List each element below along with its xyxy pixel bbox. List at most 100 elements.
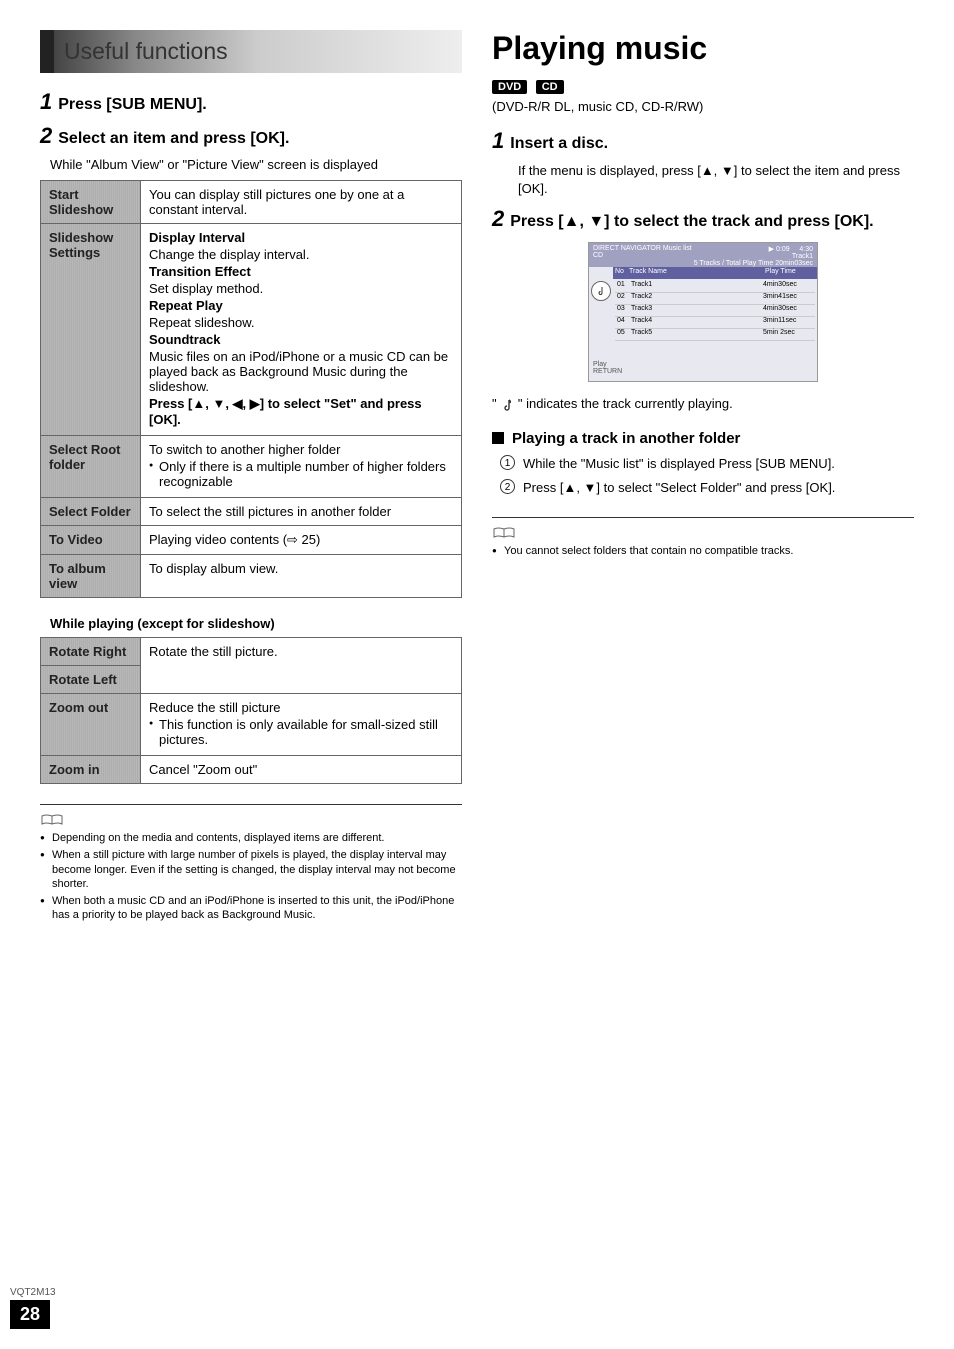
badges: DVD CD [492, 77, 914, 95]
row-zoom-out-label: Zoom out [41, 694, 141, 756]
select-root-t2: Only if there is a multiple number of hi… [149, 459, 453, 489]
row-to-album-body: To display album view. [141, 555, 462, 598]
sub-note-view: While "Album View" or "Picture View" scr… [50, 157, 462, 172]
ss-press-set: Press [▲, ▼, ◀, ▶] to select "Set" and p… [149, 396, 453, 427]
badge-dvd: DVD [492, 80, 527, 94]
folder-step-1-text: While the "Music list" is displayed Pres… [523, 455, 835, 473]
sg-time-total: 4:30 [799, 246, 813, 253]
sg-time-cur: 0:09 [776, 246, 790, 253]
sg-col-name: Track Name [629, 268, 765, 278]
sg-col-no: No [615, 268, 629, 278]
notes-list-right: You cannot select folders that contain n… [492, 544, 914, 558]
sg-summary: 5 Tracks / Total Play Time 20min03sec [694, 260, 813, 267]
step-1-text: Press [SUB MENU]. [58, 96, 206, 114]
options-table-2: Rotate Right Rotate the still picture. R… [40, 637, 462, 784]
zoom-out-t2: This function is only available for smal… [149, 717, 453, 747]
ss-display-interval-head: Display Interval [149, 230, 453, 245]
sg-top-mid: Music list [663, 245, 692, 265]
step-2-num: 2 [40, 123, 52, 149]
sg-play-icon: ▶ [769, 246, 774, 253]
note-3: When both a music CD and an iPod/iPhone … [40, 894, 462, 923]
right-step-2-num: 2 [492, 206, 504, 232]
row-select-root-body: To switch to another higher folder Only … [141, 436, 462, 498]
options-table-1: Start Slideshow You can display still pi… [40, 180, 462, 598]
circled-1-icon: 1 [500, 455, 515, 470]
sg-track-rows: 01 Track1 4min30sec 02 Track2 3min41sec … [613, 279, 817, 359]
folder-steps-list: 1 While the "Music list" is displayed Pr… [500, 455, 914, 497]
row-rotate-left-label: Rotate Left [41, 666, 141, 694]
row-rotate-body: Rotate the still picture. [141, 638, 462, 694]
row-select-folder-body: To select the still pictures in another … [141, 498, 462, 526]
track-indicator-post: " indicates the track currently playing. [518, 396, 733, 411]
ss-soundtrack-text: Music files on an iPod/iPhone or a music… [149, 349, 453, 394]
ss-repeat-head: Repeat Play [149, 298, 453, 313]
step-1: 1 Press [SUB MENU]. [40, 89, 462, 115]
step-2: 2 Select an item and press [OK]. [40, 123, 462, 149]
circled-2-icon: 2 [500, 479, 515, 494]
row-zoom-in-label: Zoom in [41, 756, 141, 784]
sg-track-row: 05 Track5 5min 2sec [615, 329, 815, 341]
row-select-folder-label: Select Folder [41, 498, 141, 526]
sg-top-left-1: DIRECT NAVIGATOR [593, 245, 661, 252]
footer-code: VQT2M13 [10, 1287, 56, 1298]
page-footer: VQT2M13 28 [10, 1287, 56, 1329]
track-indicator-pre: " [492, 396, 500, 411]
row-zoom-out-body: Reduce the still picture This function i… [141, 694, 462, 756]
row-select-root-label: Select Root folder [41, 436, 141, 498]
square-bullet-icon [492, 432, 504, 444]
right-step-1-sub: If the menu is displayed, press [▲, ▼] t… [518, 162, 914, 198]
row-start-slideshow-body: You can display still pictures one by on… [141, 181, 462, 224]
right-step-1-num: 1 [492, 128, 504, 154]
sub-folder-heading: Playing a track in another folder [492, 430, 914, 447]
zoom-out-t1: Reduce the still picture [149, 700, 453, 715]
sg-track-row: 03 Track3 4min30sec [615, 305, 815, 317]
right-step-1-text: Insert a disc. [510, 135, 608, 153]
music-note-icon [500, 398, 514, 412]
right-step-1: 1 Insert a disc. [492, 128, 914, 154]
folder-step-1: 1 While the "Music list" is displayed Pr… [500, 455, 914, 473]
sg-track-row: 02 Track2 3min41sec [615, 293, 815, 305]
right-step-2: 2 Press [▲, ▼] to select the track and p… [492, 206, 914, 232]
media-sub-text: (DVD-R/R DL, music CD, CD-R/RW) [492, 99, 914, 114]
while-playing-heading: While playing (except for slideshow) [50, 616, 462, 631]
track-indicator-line: " " indicates the track currently playin… [492, 396, 914, 412]
select-root-t1: To switch to another higher folder [149, 442, 453, 457]
row-slideshow-settings-label: Slideshow Settings [41, 224, 141, 436]
direct-navigator-screen: DIRECT NAVIGATOR CD Music list ▶ 0:09 4:… [588, 242, 818, 382]
ss-transition-head: Transition Effect [149, 264, 453, 279]
row-zoom-in-body: Cancel "Zoom out" [141, 756, 462, 784]
notes-list-left: Depending on the media and contents, dis… [40, 831, 462, 923]
notes-divider-left [40, 804, 462, 805]
sg-footer-play: Play [593, 361, 607, 368]
folder-step-2: 2 Press [▲, ▼] to select "Select Folder"… [500, 479, 914, 497]
step-2-text: Select an item and press [OK]. [58, 130, 289, 148]
row-to-album-label: To album view [41, 555, 141, 598]
book-icon [492, 527, 516, 539]
sg-col-time: Play Time [765, 268, 815, 278]
sg-top-left-2: CD [593, 252, 661, 259]
ss-soundtrack-head: Soundtrack [149, 332, 453, 347]
notes-divider-right [492, 517, 914, 518]
ss-display-interval-text: Change the display interval. [149, 247, 453, 262]
step-1-num: 1 [40, 89, 52, 115]
right-step-2-text: Press [▲, ▼] to select the track and pre… [510, 213, 873, 231]
note-1: Depending on the media and contents, dis… [40, 831, 462, 845]
row-start-slideshow-label: Start Slideshow [41, 181, 141, 224]
sg-track-row: 04 Track4 3min11sec [615, 317, 815, 329]
sg-track-row: 01 Track1 4min30sec [615, 281, 815, 293]
right-note-1: You cannot select folders that contain n… [492, 544, 914, 558]
page-number: 28 [10, 1300, 50, 1329]
row-to-video-label: To Video [41, 526, 141, 555]
heading-playing-music: Playing music [492, 30, 914, 67]
book-icon [40, 814, 64, 826]
section-title-useful: Useful functions [40, 30, 462, 73]
note-2: When a still picture with large number o… [40, 848, 462, 891]
sg-note-circle-icon [591, 281, 611, 301]
ss-repeat-text: Repeat slideshow. [149, 315, 453, 330]
sg-footer-return: RETURN [593, 368, 622, 375]
row-slideshow-settings-body: Display Interval Change the display inte… [141, 224, 462, 436]
row-to-video-body: Playing video contents (⇨ 25) [141, 526, 462, 555]
sg-now-playing: Track1 [694, 253, 813, 260]
badge-cd: CD [536, 80, 564, 94]
sub-folder-heading-text: Playing a track in another folder [512, 430, 740, 447]
